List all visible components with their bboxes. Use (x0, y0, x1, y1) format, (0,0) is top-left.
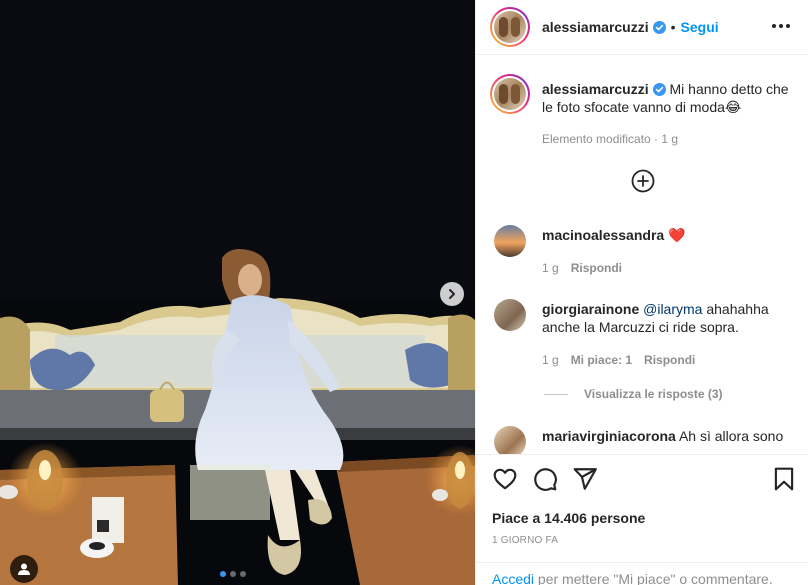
follow-button[interactable]: Segui (681, 19, 719, 35)
caption-meta: Elemento modificato · 1 g (542, 132, 679, 146)
comment-icon[interactable] (532, 466, 558, 492)
bookmark-icon[interactable] (771, 466, 797, 492)
post-photo[interactable] (0, 0, 475, 585)
photo-scene (0, 0, 475, 585)
comment-body: Ah sì allora sono (678, 428, 784, 444)
post-header: alessiamarcuzzi • Segui (476, 0, 808, 55)
likes-count[interactable]: Piace a 14.406 persone (492, 510, 645, 526)
comment-text: macinoalessandra ❤️ (542, 226, 686, 244)
carousel-next-button[interactable] (440, 282, 464, 306)
login-prompt: Accedi per mettere "Mi piace" o commenta… (476, 562, 808, 585)
comment-meta: 1 g Mi piace: 1 Rispondi (542, 353, 695, 367)
comment-text: giorgiarainone @ilaryma ahahahha anche l… (542, 300, 792, 336)
login-link[interactable]: Accedi (492, 571, 534, 585)
caption-username[interactable]: alessiamarcuzzi (542, 81, 649, 97)
comments-list[interactable]: alessiamarcuzzi Mi hanno detto che le fo… (476, 56, 808, 454)
comment-username[interactable]: giorgiarainone (542, 301, 639, 317)
comment-body: ❤️ (668, 227, 686, 243)
comment-avatar[interactable] (494, 225, 526, 257)
carousel-dot (220, 571, 226, 577)
view-replies-button[interactable]: Visualizza le risposte (3) (544, 387, 723, 401)
heart-icon[interactable] (492, 466, 518, 492)
verified-icon (652, 20, 666, 34)
post-date[interactable]: 1 GIORNO FA (492, 535, 558, 546)
plus-circle-icon (631, 169, 655, 193)
header-separator: • (670, 19, 676, 35)
comment-time: 1 g (542, 353, 559, 367)
reply-button[interactable]: Rispondi (571, 261, 622, 275)
comment-avatar[interactable] (494, 299, 526, 331)
comment-text: mariavirginiacorona Ah sì allora sono (542, 427, 792, 445)
more-options-icon[interactable] (770, 18, 792, 34)
caption-avatar[interactable] (490, 74, 530, 114)
carousel-indicator (220, 571, 246, 577)
login-prompt-text: per mettere "Mi piace" o commentare. (537, 571, 773, 585)
comment-mention[interactable]: @ilaryma (643, 301, 702, 317)
reply-button[interactable]: Rispondi (644, 353, 695, 367)
comment-likes[interactable]: Mi piace: 1 (571, 353, 632, 367)
view-replies-label: Visualizza le risposte (3) (584, 387, 723, 401)
carousel-dot (230, 571, 236, 577)
chevron-right-icon (449, 289, 455, 299)
author-username[interactable]: alessiamarcuzzi (542, 19, 649, 35)
verified-icon (652, 83, 666, 96)
post-actions: Piace a 14.406 persone 1 GIORNO FA Acced… (476, 454, 808, 585)
user-tag-icon (18, 563, 30, 575)
comment-avatar[interactable] (494, 426, 526, 454)
comment-meta: 1 g Rispondi (542, 261, 622, 275)
comment-username[interactable]: macinoalessandra (542, 227, 664, 243)
comment-time: 1 g (542, 261, 559, 275)
tagged-users-button[interactable] (10, 555, 38, 583)
comment-username[interactable]: mariavirginiacorona (542, 428, 676, 444)
load-more-comments-button[interactable] (631, 169, 655, 193)
caption-text: alessiamarcuzzi Mi hanno detto che le fo… (542, 80, 800, 116)
replies-divider (544, 393, 568, 395)
post-side-panel: alessiamarcuzzi • Segui alessiamarcuzzi … (475, 0, 808, 585)
carousel-dot (240, 571, 246, 577)
author-avatar[interactable] (490, 7, 530, 47)
share-icon[interactable] (572, 466, 598, 492)
